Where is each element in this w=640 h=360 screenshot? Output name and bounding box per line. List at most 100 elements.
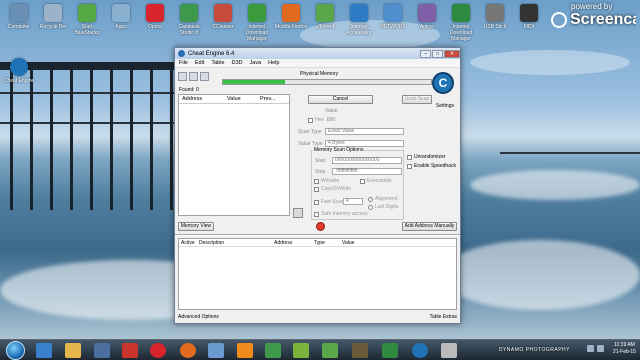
- open-file-icon[interactable]: [189, 72, 198, 81]
- menu-help[interactable]: Help: [268, 60, 279, 66]
- desktop-app-icon: [78, 4, 96, 22]
- minimize-button[interactable]: –: [420, 49, 431, 58]
- desktop-icon[interactable]: CCleaner: [206, 4, 240, 30]
- value-type-select[interactable]: 4 Bytes: [325, 140, 404, 147]
- desktop-icon-label: Internet Download Manager: [449, 24, 473, 42]
- tray-volume-icon[interactable]: [597, 345, 604, 352]
- desktop-icon[interactable]: Mozilla Firefox: [274, 4, 308, 30]
- desktop-icon[interactable]: uTorrent: [308, 4, 342, 30]
- table-extras-link[interactable]: Table Extras: [429, 314, 457, 322]
- column-type[interactable]: Type: [314, 240, 342, 246]
- maximize-button[interactable]: □: [432, 49, 443, 58]
- desktop-icon[interactable]: Anime: [410, 4, 444, 30]
- cheat-engine-window: Cheat Engine 6.4 – □ ✕ File Edit Table D…: [174, 47, 461, 324]
- fast-scan-input[interactable]: 4: [343, 198, 363, 205]
- desktop-icon[interactable]: Recycle Bin: [36, 4, 70, 30]
- safe-memory-checkbox[interactable]: Safe memory access: [314, 211, 368, 217]
- tray-network-icon[interactable]: [587, 345, 594, 352]
- address-table[interactable]: Active Description Address Type Value: [178, 238, 457, 310]
- taskbar-cheat-engine-icon[interactable]: [412, 343, 428, 358]
- desktop-icon[interactable]: NETWORK: [376, 4, 410, 30]
- desktop-icon[interactable]: Computer: [2, 4, 36, 30]
- cancel-button[interactable]: Cancel: [308, 95, 373, 104]
- menu-edit[interactable]: Edit: [195, 60, 204, 66]
- taskbar-game-icon[interactable]: [352, 343, 368, 358]
- desktop-icon[interactable]: USB Stick: [478, 4, 512, 30]
- desktop-app-icon: [384, 4, 402, 22]
- taskbar-explorer-icon[interactable]: [65, 343, 81, 358]
- writable-checkbox[interactable]: Writable: [314, 178, 339, 184]
- taskbar-utility-icon[interactable]: [441, 343, 457, 358]
- stop-address-input[interactable]: 7fffffffffffffff: [332, 168, 402, 175]
- fast-scan-checkbox[interactable]: Fast Scan: [314, 199, 344, 205]
- desktop-icon-label: Computer: [8, 24, 30, 30]
- column-table-value[interactable]: Value: [342, 240, 354, 246]
- last-digits-radio[interactable]: Last Digits: [368, 204, 398, 210]
- desktop-icon[interactable]: Apps: [104, 4, 138, 30]
- desktop-icon[interactable]: MIDI: [512, 4, 546, 30]
- value-text: 890: [327, 117, 336, 123]
- scan-type-label: Scan Type: [298, 129, 322, 135]
- column-table-address[interactable]: Address: [274, 240, 314, 246]
- start-address-input[interactable]: 0000000000000000: [332, 157, 402, 164]
- menu-java[interactable]: Java: [250, 60, 262, 66]
- copyonwrite-checkbox[interactable]: CopyOnWrite: [314, 186, 351, 192]
- column-value[interactable]: Value: [224, 96, 257, 102]
- memory-view-button[interactable]: Memory View: [178, 222, 214, 231]
- taskbar-media-icon[interactable]: [94, 343, 110, 358]
- scan-type-select[interactable]: Exact Value: [325, 128, 404, 135]
- hex-checkbox[interactable]: Hex: [308, 117, 324, 123]
- desktop-icon-cheat-engine[interactable]: Cheat Engine: [2, 58, 36, 84]
- unrandomizer-checkbox[interactable]: Unrandomizer: [407, 154, 445, 160]
- process-label: Physical Memory: [300, 71, 339, 77]
- column-description[interactable]: Description: [199, 240, 274, 246]
- executable-checkbox[interactable]: Executable: [360, 178, 392, 184]
- desktop-app-icon: [316, 4, 334, 22]
- alignment-radio[interactable]: Alignment: [368, 196, 397, 202]
- add-address-button[interactable]: Add Address Manually: [402, 222, 457, 231]
- taskbar-camtasia2-icon[interactable]: [382, 343, 398, 358]
- menu-file[interactable]: File: [179, 60, 188, 66]
- taskbar-opera-icon[interactable]: [150, 343, 166, 358]
- advanced-options-link[interactable]: Advanced Options: [178, 314, 219, 322]
- arrow-icon[interactable]: [293, 208, 303, 218]
- taskbar-camtasia-icon[interactable]: [265, 343, 281, 358]
- taskbar-firefox-icon[interactable]: [180, 343, 196, 358]
- save-icon[interactable]: [200, 72, 209, 81]
- close-button[interactable]: ✕: [444, 49, 460, 58]
- scan-progress-bar: [222, 79, 432, 85]
- menu-table[interactable]: Table: [211, 60, 224, 66]
- desktop-icon[interactable]: Opera: [138, 4, 172, 30]
- taskbar-paint-icon[interactable]: [208, 343, 224, 358]
- enable-speedhack-checkbox[interactable]: Enable Speedhack: [407, 163, 456, 169]
- desktop-icon[interactable]: Internet Download Manager: [240, 4, 274, 42]
- clock[interactable]: 11:19 AM 21-Feb-15: [613, 342, 636, 356]
- undo-scan-button[interactable]: Undo Scan: [402, 95, 432, 104]
- desktop-icon[interactable]: Camtasia Studio 8: [172, 4, 206, 36]
- cheat-engine-logo-icon[interactable]: C: [432, 72, 454, 94]
- desktop-app-icon: [214, 4, 232, 22]
- start-button[interactable]: [6, 341, 25, 360]
- memory-scan-options-title: Memory Scan Options: [313, 147, 365, 153]
- value-label: Value:: [325, 108, 339, 114]
- splitter[interactable]: [175, 234, 460, 236]
- taskbar-bluestacks2-icon[interactable]: [322, 343, 338, 358]
- column-address[interactable]: Address: [179, 96, 224, 102]
- results-list[interactable]: Address Value Prev...: [178, 94, 290, 216]
- window-titlebar[interactable]: Cheat Engine 6.4 – □ ✕: [175, 48, 460, 59]
- taskbar-app-icon[interactable]: [122, 343, 138, 358]
- desktop-icon[interactable]: Start BlueStacks: [70, 4, 104, 36]
- menu-d3d[interactable]: D3D: [232, 60, 243, 66]
- column-previous[interactable]: Prev...: [257, 96, 276, 102]
- open-process-icon[interactable]: [178, 72, 187, 81]
- desktop-icon-label: Anime: [419, 24, 435, 30]
- taskbar-bluestacks-icon[interactable]: [293, 343, 309, 358]
- stop-icon[interactable]: [316, 222, 325, 231]
- taskbar-ie-icon[interactable]: [36, 343, 52, 358]
- column-active[interactable]: Active: [179, 240, 199, 246]
- desktop-icon[interactable]: Internet Download Manager: [444, 4, 478, 42]
- taskbar-vlc-icon[interactable]: [237, 343, 253, 358]
- desktop-app-icon: [146, 4, 164, 22]
- desktop-icon[interactable]: Internet Accelerator: [342, 4, 376, 36]
- settings-link[interactable]: Settings: [436, 103, 454, 109]
